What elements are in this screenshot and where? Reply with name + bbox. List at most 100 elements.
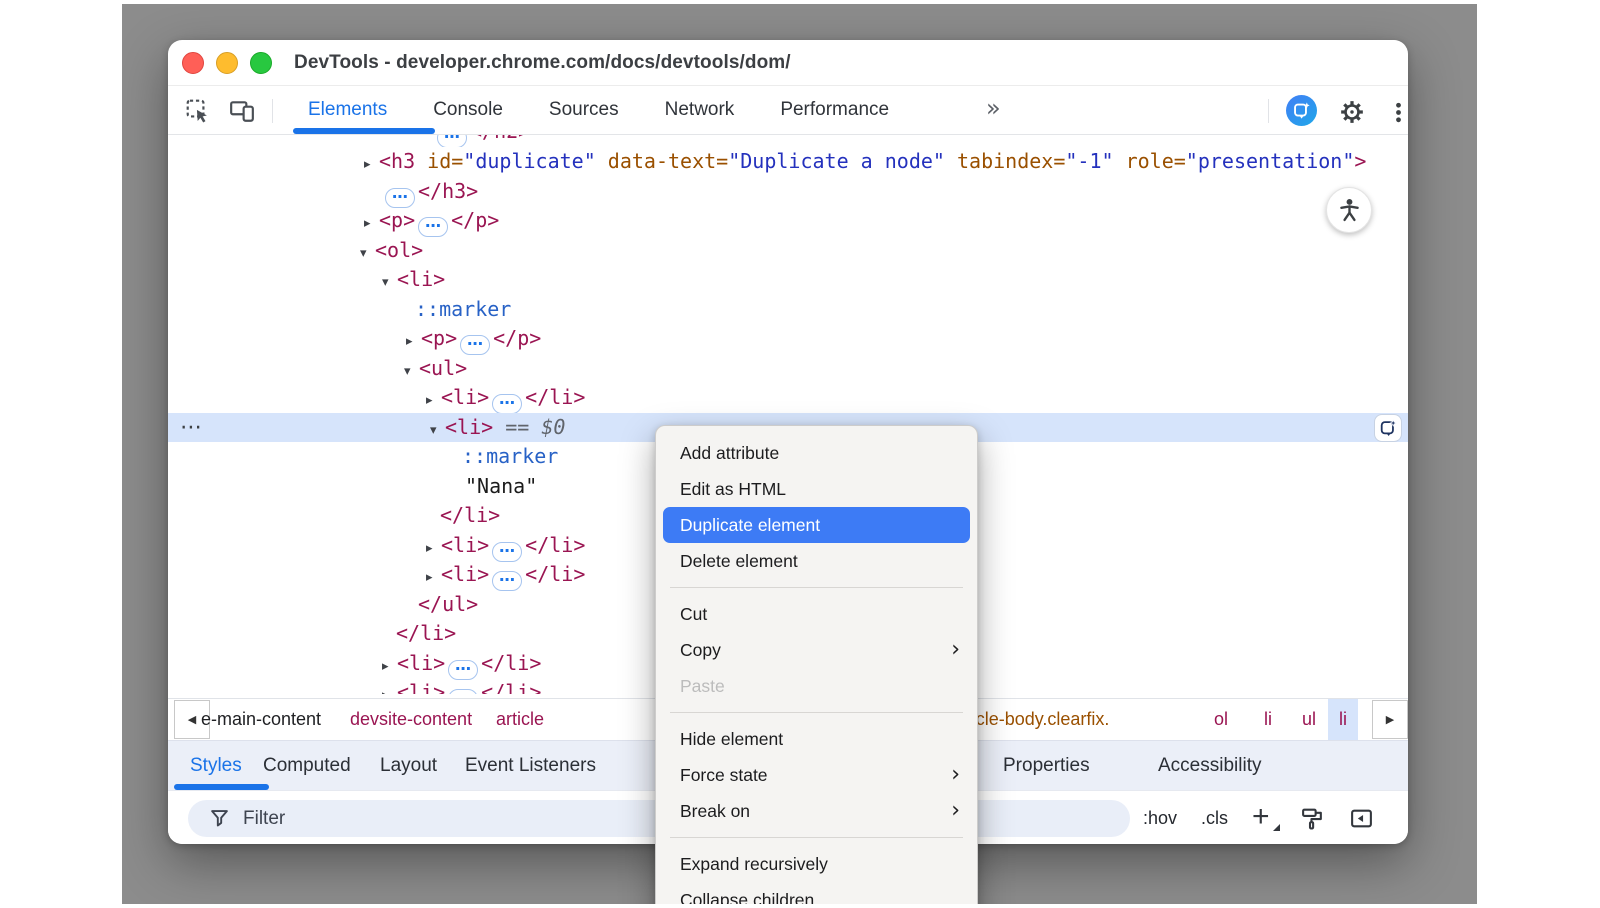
ai-assistance-icon[interactable] [1286, 95, 1317, 126]
collapse-arrow-icon[interactable]: ▾ [404, 357, 419, 387]
minimize-window-button[interactable] [216, 52, 238, 74]
menu-item-hide-element[interactable]: Hide element [663, 721, 970, 757]
menu-item-label: Edit as HTML [680, 479, 786, 500]
ellipsis-expand-icon[interactable]: ⋯ [492, 542, 522, 562]
menu-item-paste: Paste [663, 668, 970, 704]
ellipsis-expand-icon[interactable]: ⋯ [418, 217, 448, 237]
code-token-tag: <li> [445, 415, 493, 439]
accessibility-overlay-button[interactable] [1326, 187, 1372, 233]
dom-tree-row[interactable]: ::marker [168, 295, 1408, 325]
breadcrumb-ul[interactable]: ul [1302, 699, 1316, 740]
settings-gear-icon[interactable] [1338, 98, 1366, 126]
sidebar-tab-accessibility[interactable]: Accessibility [1158, 741, 1261, 790]
menu-separator [670, 712, 963, 713]
tab-elements[interactable]: Elements [308, 99, 387, 121]
close-window-button[interactable] [182, 52, 204, 74]
expand-arrow-icon[interactable]: ▸ [406, 327, 421, 357]
row-actions-icon[interactable]: ⋯ [180, 413, 202, 443]
expand-arrow-icon[interactable]: ▸ [382, 652, 397, 682]
breadcrumb-ol[interactable]: ol [1214, 699, 1228, 740]
element-classes-button[interactable]: .cls [1201, 808, 1228, 829]
dom-tree-row[interactable]: ▸<p>⋯</p> [168, 206, 1408, 236]
menu-item-label: Duplicate element [680, 515, 820, 536]
breadcrumb-li[interactable]: li [1264, 699, 1272, 740]
sidebar-tab-event-listeners[interactable]: Event Listeners [465, 741, 596, 790]
tab-performance[interactable]: Performance [780, 99, 889, 121]
submenu-chevron-icon: › [951, 800, 960, 822]
kebab-menu-icon[interactable] [1384, 98, 1408, 126]
menu-item-label: Paste [680, 676, 725, 697]
dom-tree-row[interactable]: ▸<h3 id="duplicate" data-text="Duplicate… [168, 147, 1408, 177]
dom-tree-row[interactable]: ⋯</h3> [168, 177, 1408, 207]
dom-tree-row[interactable]: ▸<p>⋯</p> [168, 324, 1408, 354]
sidebar-tab-styles[interactable]: Styles [190, 741, 242, 790]
expand-arrow-icon[interactable]: ▸ [426, 534, 441, 564]
code-token-tag: <li> [397, 651, 445, 675]
breadcrumb-scroll-right-button[interactable]: ▶ [1372, 700, 1408, 739]
breadcrumb-devsite-content[interactable]: devsite-content [350, 699, 472, 740]
toggle-element-state-button[interactable]: :hov [1143, 808, 1177, 829]
ellipsis-expand-icon[interactable]: ⋯ [492, 571, 522, 591]
menu-item-add-attribute[interactable]: Add attribute [663, 435, 970, 471]
inspect-element-icon[interactable] [184, 97, 212, 125]
menu-item-copy[interactable]: Copy› [663, 632, 970, 668]
code-token-attr: data-text= [596, 149, 728, 173]
tab-sources[interactable]: Sources [549, 99, 619, 121]
menu-item-edit-as-html[interactable]: Edit as HTML [663, 471, 970, 507]
tab-console[interactable]: Console [433, 99, 503, 121]
ellipsis-expand-icon[interactable]: ⋯ [437, 135, 467, 147]
new-style-rule-button[interactable]: + [1252, 803, 1276, 833]
collapse-arrow-icon[interactable]: ▾ [382, 268, 397, 298]
sidebar-tab-properties[interactable]: Properties [1003, 741, 1090, 790]
breadcrumb-e-main-content[interactable]: e-main-content [201, 699, 321, 740]
ai-assistance-badge[interactable] [1374, 414, 1402, 442]
ellipsis-expand-icon[interactable]: ⋯ [460, 335, 490, 355]
dom-tree-row[interactable]: ⋯</h2> [168, 135, 1408, 147]
device-toolbar-icon[interactable] [228, 97, 256, 125]
window-title: DevTools - developer.chrome.com/docs/dev… [294, 40, 791, 86]
dom-tree-row[interactable]: ▾<ul> [168, 354, 1408, 384]
menu-item-collapse-children[interactable]: Collapse children [663, 882, 970, 904]
menu-item-label: Cut [680, 604, 707, 625]
dock-sidebar-icon[interactable] [1349, 806, 1374, 831]
menu-item-delete-element[interactable]: Delete element [663, 543, 970, 579]
ellipsis-expand-icon[interactable]: ⋯ [492, 394, 522, 414]
dom-tree-row[interactable]: ▾<ol> [168, 236, 1408, 266]
ellipsis-expand-icon[interactable]: ⋯ [448, 660, 478, 680]
code-token-tag: > [1354, 149, 1366, 173]
dom-tree-row[interactable]: ▸<li>⋯</li> [168, 383, 1408, 413]
code-token-tag: </li> [440, 503, 500, 527]
code-token-tag: </p> [493, 326, 541, 350]
expand-arrow-icon[interactable]: ▸ [426, 563, 441, 593]
menu-item-cut[interactable]: Cut [663, 596, 970, 632]
code-token-tag: </li> [525, 385, 585, 409]
zoom-window-button[interactable] [250, 52, 272, 74]
sidebar-tab-layout[interactable]: Layout [380, 741, 437, 790]
menu-item-force-state[interactable]: Force state› [663, 757, 970, 793]
breadcrumb-li[interactable]: li [1328, 699, 1358, 740]
sidebar-tab-computed[interactable]: Computed [263, 741, 351, 790]
funnel-icon [210, 809, 229, 828]
rendering-emulations-icon[interactable] [1300, 806, 1325, 831]
more-tabs-icon[interactable]: » [986, 94, 1001, 122]
devtools-toolbar: Elements Console Sources Network Performance… [168, 86, 1408, 135]
expand-arrow-icon[interactable]: ▸ [426, 386, 441, 416]
collapse-arrow-icon[interactable]: ▾ [360, 239, 375, 269]
menu-item-duplicate-element[interactable]: Duplicate element [663, 507, 970, 543]
tab-network[interactable]: Network [665, 99, 735, 121]
expand-arrow-icon[interactable]: ▸ [364, 209, 379, 239]
toolbar-divider-right [1268, 99, 1269, 123]
expand-arrow-icon[interactable]: ▸ [382, 681, 397, 694]
dom-tree-row[interactable]: ▾<li> [168, 265, 1408, 295]
ellipsis-expand-icon[interactable]: ⋯ [385, 188, 415, 208]
menu-item-break-on[interactable]: Break on› [663, 793, 970, 829]
menu-item-expand-recursively[interactable]: Expand recursively [663, 846, 970, 882]
menu-separator [670, 587, 963, 588]
collapse-arrow-icon[interactable]: ▾ [430, 416, 445, 446]
breadcrumb-article[interactable]: article [496, 699, 544, 740]
menu-item-label: Copy [680, 640, 721, 661]
filter-placeholder: Filter [243, 808, 285, 830]
code-token-tag: </li> [396, 621, 456, 645]
ellipsis-expand-icon[interactable]: ⋯ [448, 689, 478, 694]
expand-arrow-icon[interactable]: ▸ [364, 150, 379, 180]
